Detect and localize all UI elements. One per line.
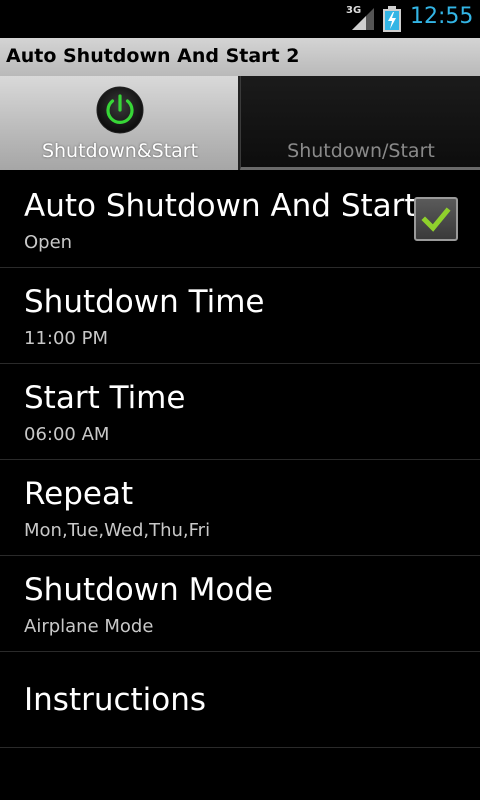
tab-bar: Shutdown&Start Shutdown/Start	[0, 76, 480, 170]
signal-icon	[352, 8, 374, 30]
setting-summary: Airplane Mode	[24, 616, 154, 637]
tab-shutdown-and-start[interactable]: Shutdown&Start	[0, 76, 240, 170]
tab-label: Shutdown&Start	[41, 140, 199, 162]
power-icon	[96, 86, 144, 134]
setting-title: Shutdown Time	[24, 284, 265, 320]
setting-summary: Open	[24, 232, 73, 253]
setting-title: Repeat	[24, 476, 134, 512]
status-time: 12:55	[410, 4, 474, 29]
settings-list: Auto Shutdown And Start Open Shutdown Ti…	[0, 172, 480, 748]
setting-title: Shutdown Mode	[24, 572, 274, 608]
setting-summary: 11:00 PM	[24, 328, 108, 349]
setting-title: Start Time	[24, 380, 186, 416]
setting-instructions[interactable]: Instructions	[0, 652, 480, 748]
battery-charging-icon	[383, 6, 401, 32]
tab-shutdown-slash-start[interactable]: Shutdown/Start	[240, 76, 480, 170]
setting-summary: Mon,Tue,Wed,Thu,Fri	[24, 520, 211, 541]
setting-start-time[interactable]: Start Time 06:00 AM	[0, 364, 480, 460]
setting-auto-shutdown-and-start[interactable]: Auto Shutdown And Start Open	[0, 172, 480, 268]
enable-checkbox[interactable]	[414, 197, 458, 241]
setting-repeat[interactable]: Repeat Mon,Tue,Wed,Thu,Fri	[0, 460, 480, 556]
checkmark-icon	[421, 207, 451, 232]
setting-title: Auto Shutdown And Start	[24, 188, 417, 224]
app-title: Auto Shutdown And Start 2	[6, 45, 300, 67]
status-bar: 3G 12:55	[0, 0, 480, 38]
app-title-bar: Auto Shutdown And Start 2	[0, 38, 480, 77]
setting-shutdown-time[interactable]: Shutdown Time 11:00 PM	[0, 268, 480, 364]
setting-title: Instructions	[24, 682, 207, 718]
tab-label: Shutdown/Start	[287, 140, 435, 162]
setting-summary: 06:00 AM	[24, 424, 110, 445]
setting-shutdown-mode[interactable]: Shutdown Mode Airplane Mode	[0, 556, 480, 652]
